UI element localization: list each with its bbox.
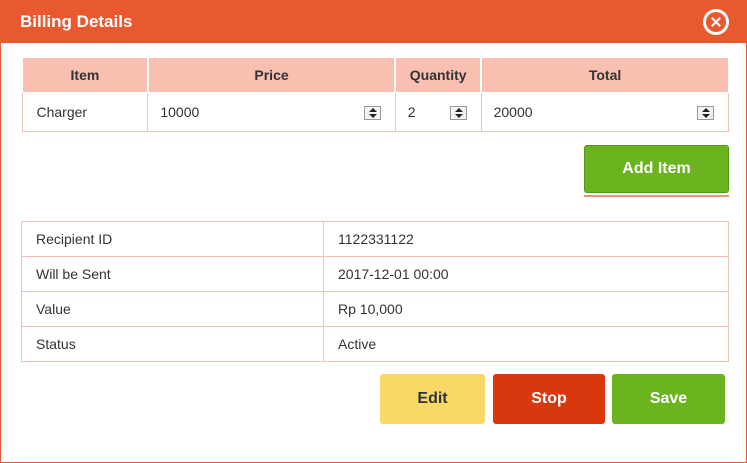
table-row: Will be Sent 2017-12-01 00:00 [21, 256, 729, 292]
detail-value: 1122331122 [323, 221, 729, 257]
column-header-price: Price [146, 57, 396, 93]
table-row: Status Active [21, 326, 729, 362]
item-name-cell: Charger [21, 92, 149, 132]
price-value: 10000 [160, 104, 200, 120]
detail-label: Will be Sent [21, 256, 324, 292]
dialog-title: Billing Details [20, 12, 133, 31]
detail-value: Active [323, 326, 729, 362]
edit-button[interactable]: Edit [380, 374, 485, 424]
price-spinner[interactable] [363, 105, 381, 120]
column-header-total: Total [480, 57, 730, 93]
total-value: 20000 [493, 104, 533, 120]
detail-value: Rp 10,000 [323, 291, 729, 327]
quantity-input[interactable]: 2 [394, 92, 482, 132]
table-row: Charger 10000 2 20000 [21, 92, 730, 132]
stop-button[interactable]: Stop [493, 374, 605, 424]
dialog-header: Billing Details [1, 0, 747, 43]
column-header-item: Item [21, 57, 149, 93]
save-button[interactable]: Save [612, 374, 725, 424]
billing-details-dialog: Billing Details Item Price Quantity Tota… [0, 0, 747, 463]
details-table: Recipient ID 1122331122 Will be Sent 201… [21, 221, 729, 362]
add-item-button[interactable]: Add Item [584, 145, 729, 197]
total-input[interactable]: 20000 [480, 92, 730, 132]
column-header-quantity: Quantity [394, 57, 482, 93]
detail-value: 2017-12-01 00:00 [323, 256, 729, 292]
quantity-value: 2 [407, 104, 416, 120]
items-header-row: Item Price Quantity Total [21, 57, 730, 93]
total-spinner[interactable] [697, 105, 714, 120]
close-icon[interactable] [703, 9, 729, 35]
table-row: Recipient ID 1122331122 [21, 221, 729, 257]
detail-label: Value [21, 291, 324, 327]
items-table: Item Price Quantity Total Charger 10000 … [21, 57, 730, 132]
detail-label: Recipient ID [21, 221, 324, 257]
price-input[interactable]: 10000 [147, 92, 396, 132]
detail-label: Status [21, 326, 324, 362]
table-row: Value Rp 10,000 [21, 291, 729, 327]
quantity-spinner[interactable] [449, 105, 467, 120]
